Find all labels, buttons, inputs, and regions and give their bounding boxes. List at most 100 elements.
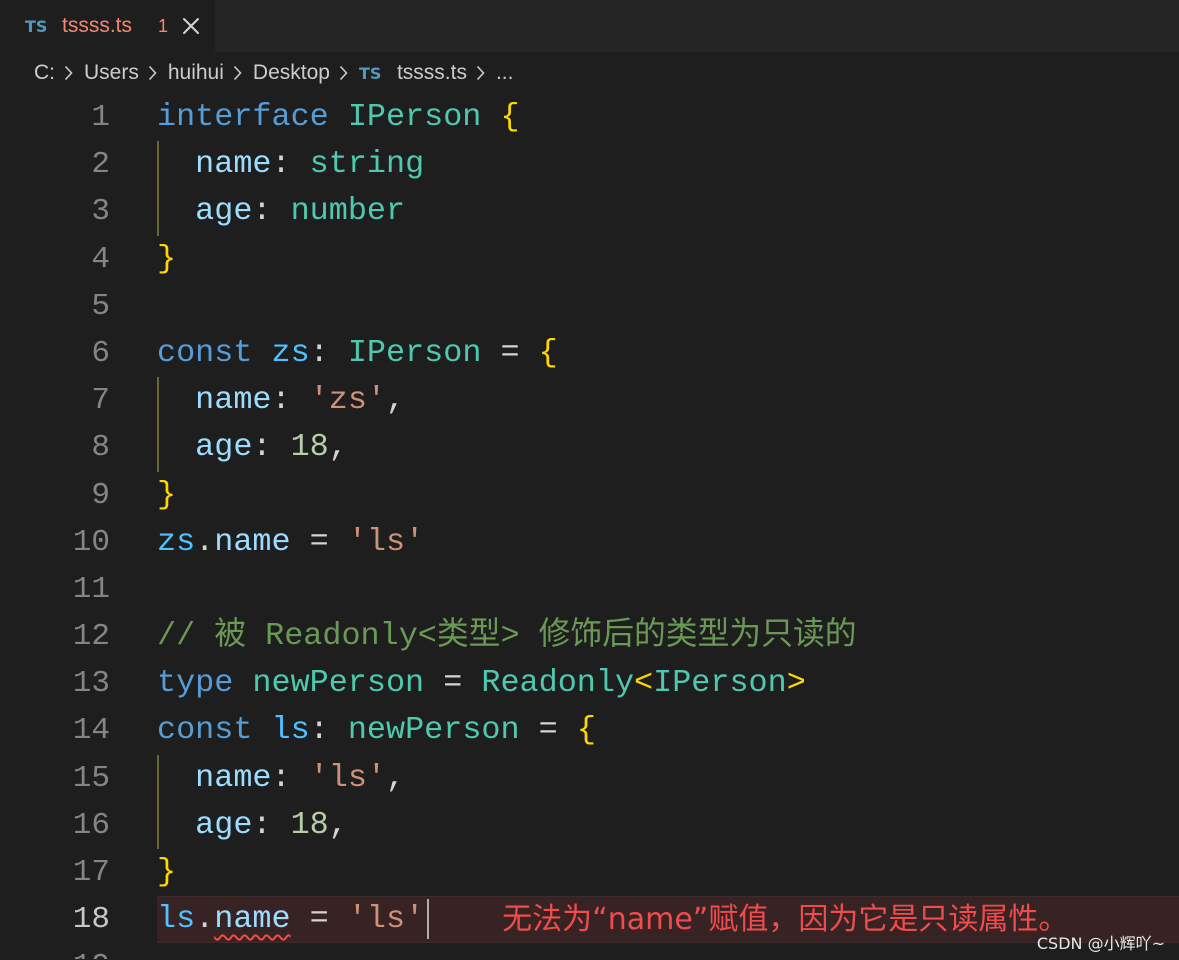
- code-token: const: [157, 712, 272, 749]
- line-number: 19: [0, 943, 110, 959]
- code-token: <: [634, 665, 654, 702]
- error-token: name: [214, 901, 291, 938]
- code-token: number: [290, 193, 406, 230]
- code-token: :: [271, 382, 310, 419]
- line-content[interactable]: const ls: newPerson = {: [157, 707, 1179, 754]
- line-content[interactable]: name: 'ls',: [157, 755, 1179, 802]
- line-number: 10: [72, 524, 110, 560]
- line-content[interactable]: // 被 Readonly<类型> 修饰后的类型为只读的: [157, 613, 1179, 660]
- code-token: type: [157, 665, 253, 702]
- code-token: :: [309, 334, 348, 371]
- line-content[interactable]: age: number: [157, 188, 1179, 235]
- line-content[interactable]: age: 18,: [157, 802, 1179, 849]
- code-token: IPerson: [347, 99, 501, 135]
- problem-count-badge: 1: [158, 15, 169, 36]
- code-line-3[interactable]: 3 age: number: [0, 188, 1179, 235]
- code-line-10[interactable]: 10 zs.name = 'ls': [0, 519, 1179, 566]
- line-content[interactable]: name: 'zs',: [157, 377, 1179, 424]
- code-line-18[interactable]: 18 ls.name = 'ls' 无法为“name”赋值，因为它是只读属性。: [0, 896, 1179, 944]
- code-token: name: [214, 523, 291, 560]
- typescript-file-icon: TS: [25, 16, 48, 36]
- breadcrumb-item-more[interactable]: ...: [496, 61, 514, 85]
- code-token: 18: [290, 429, 329, 466]
- code-token: :: [252, 806, 291, 843]
- code-token: IPerson: [347, 334, 482, 371]
- breadcrumb-item-file[interactable]: tssss.ts: [397, 61, 467, 85]
- chevron-right-icon: [64, 65, 73, 81]
- line-number: 1: [91, 100, 110, 135]
- code-token: {: [538, 334, 558, 371]
- code-token: .: [195, 523, 215, 560]
- line-content[interactable]: name: string: [157, 141, 1179, 188]
- line-content[interactable]: [157, 943, 1179, 959]
- code-line-19[interactable]: 19: [0, 943, 1179, 959]
- code-line-9[interactable]: 9}: [0, 472, 1179, 519]
- code-line-13[interactable]: 13 type newPerson = Readonly<IPerson>: [0, 660, 1179, 707]
- line-number: 11: [72, 571, 110, 607]
- code-line-6[interactable]: 6 const zs: IPerson = {: [0, 330, 1179, 377]
- line-content[interactable]: }: [157, 236, 1179, 283]
- breadcrumb-item-drive[interactable]: C:: [34, 61, 55, 85]
- code-token: =: [481, 334, 539, 371]
- line-content[interactable]: [157, 566, 1179, 613]
- line-number: 13: [72, 666, 110, 702]
- breadcrumb-item-huihui[interactable]: huihui: [168, 61, 224, 85]
- code-token: ,: [386, 759, 406, 796]
- code-token: =: [424, 665, 482, 702]
- line-content[interactable]: zs.name = 'ls': [157, 519, 1179, 566]
- code-token: ,: [328, 429, 348, 466]
- line-content[interactable]: age: 18,: [157, 424, 1179, 471]
- line-number: 3: [91, 194, 110, 230]
- code-token: 18: [290, 806, 329, 843]
- code-line-4[interactable]: 4}: [0, 236, 1179, 283]
- code-line-11[interactable]: 11: [0, 566, 1179, 613]
- code-line-5[interactable]: 5: [0, 283, 1179, 330]
- code-editor[interactable]: 1 interface IPerson {2 name: string 3 age:…: [0, 94, 1179, 960]
- code-token: :: [252, 193, 291, 230]
- typescript-file-icon: TS: [358, 63, 382, 83]
- line-number: 6: [91, 335, 110, 371]
- code-token: Readonly: [481, 665, 635, 702]
- code-token: newPerson: [347, 712, 520, 749]
- text-cursor: [427, 898, 430, 939]
- code-line-1[interactable]: 1 interface IPerson {: [0, 94, 1179, 141]
- close-icon[interactable]: [181, 16, 201, 36]
- line-content[interactable]: const zs: IPerson = {: [157, 330, 1179, 377]
- chevron-right-icon: [233, 65, 242, 81]
- code-token: // 被 Readonly<类型> 修饰后的类型为只读的: [157, 618, 857, 655]
- line-number: 12: [72, 619, 110, 655]
- code-line-15[interactable]: 15 name: 'ls',: [0, 755, 1179, 802]
- code-token: zs: [157, 523, 196, 560]
- line-content[interactable]: }: [157, 472, 1179, 519]
- tab-filename: tssss.ts: [62, 14, 133, 37]
- code-token: 'ls': [309, 759, 386, 796]
- line-content[interactable]: }: [157, 849, 1179, 896]
- code-token: age: [157, 806, 253, 843]
- editor-tab-tssss[interactable]: TS tssss.ts 1: [0, 0, 215, 52]
- line-number: 8: [91, 430, 110, 466]
- line-content[interactable]: interface IPerson {: [157, 94, 1179, 141]
- code-token: 'zs': [309, 382, 386, 419]
- breadcrumb-item-users[interactable]: Users: [84, 61, 139, 85]
- code-line-2[interactable]: 2 name: string: [0, 141, 1179, 188]
- code-token: {: [500, 99, 520, 135]
- breadcrumb-item-desktop[interactable]: Desktop: [253, 61, 330, 85]
- line-content[interactable]: ls.name = 'ls' 无法为“name”赋值，因为它是只读属性。: [157, 896, 1179, 944]
- code-token: name: [157, 382, 272, 419]
- code-token: age: [157, 193, 253, 230]
- code-token: age: [157, 429, 253, 466]
- code-line-12[interactable]: 12 // 被 Readonly<类型> 修饰后的类型为只读的: [0, 613, 1179, 660]
- code-token: =: [290, 523, 348, 560]
- line-content[interactable]: [157, 283, 1179, 330]
- code-token: }: [157, 476, 177, 513]
- code-line-8[interactable]: 8 age: 18,: [0, 424, 1179, 471]
- line-number: 16: [72, 807, 110, 843]
- code-token: ls: [157, 901, 196, 938]
- code-line-14[interactable]: 14 const ls: newPerson = {: [0, 707, 1179, 754]
- line-number: 5: [91, 288, 110, 324]
- code-line-17[interactable]: 17}: [0, 849, 1179, 896]
- line-content[interactable]: type newPerson = Readonly<IPerson>: [157, 660, 1179, 707]
- code-line-7[interactable]: 7 name: 'zs',: [0, 377, 1179, 424]
- code-token: 'ls': [347, 523, 425, 560]
- code-line-16[interactable]: 16 age: 18,: [0, 802, 1179, 849]
